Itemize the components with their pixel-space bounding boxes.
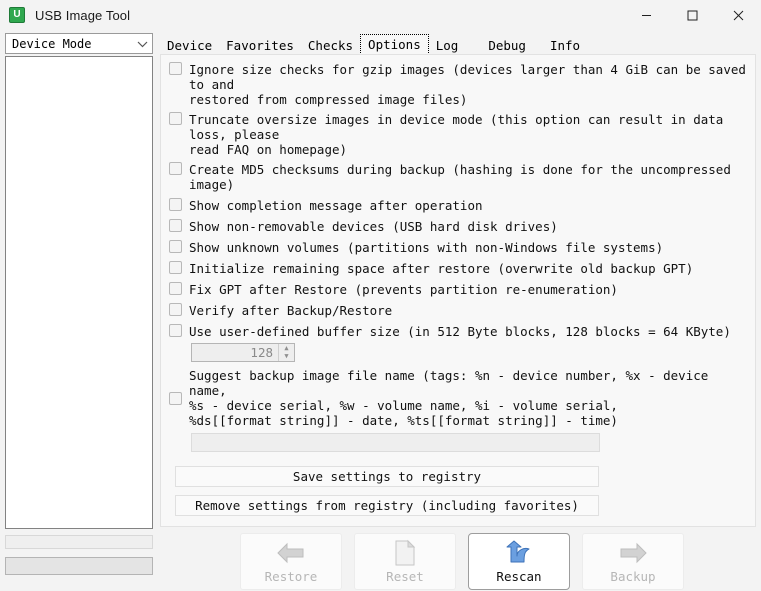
rescan-label: Rescan <box>496 569 542 584</box>
checkbox-ignore-size-checks[interactable] <box>169 62 182 75</box>
option-row[interactable]: Use user-defined buffer size (in 512 Byt… <box>169 324 749 339</box>
progress-bar <box>5 535 153 549</box>
chevron-down-icon <box>136 38 148 50</box>
checkbox-truncate-oversize[interactable] <box>169 112 182 125</box>
minimize-icon <box>641 14 651 16</box>
buffer-size-value: 128 <box>250 345 273 360</box>
option-label: Use user-defined buffer size (in 512 Byt… <box>189 324 731 339</box>
tab-checks[interactable]: Checks <box>300 35 361 55</box>
checkbox-show-non-removable[interactable] <box>169 219 182 232</box>
device-mode-select[interactable]: Device Mode <box>5 33 153 54</box>
option-row[interactable]: Verify after Backup/Restore <box>169 303 749 318</box>
close-icon <box>733 10 743 20</box>
remove-settings-button[interactable]: Remove settings from registry (including… <box>175 495 599 516</box>
status-bar <box>5 557 153 575</box>
option-row[interactable]: Show completion message after operation <box>169 198 749 213</box>
option-label: Verify after Backup/Restore <box>189 303 393 318</box>
checkbox-suggest-backup-filename[interactable] <box>169 391 182 405</box>
device-mode-value: Device Mode <box>12 36 92 51</box>
option-row[interactable]: Suggest backup image file name (tags: %n… <box>169 368 749 428</box>
tab-favorites[interactable]: Favorites <box>219 35 301 55</box>
arrow-left-icon <box>276 539 306 567</box>
option-row[interactable]: Fix GPT after Restore (prevents partitio… <box>169 282 749 297</box>
maximize-button[interactable] <box>669 0 715 30</box>
option-label: Truncate oversize images in device mode … <box>189 112 724 157</box>
checkbox-show-completion-message[interactable] <box>169 198 182 211</box>
option-row[interactable]: Show unknown volumes (partitions with no… <box>169 240 749 255</box>
backup-label: Backup <box>610 569 656 584</box>
option-label: Suggest backup image file name (tags: %n… <box>189 368 709 428</box>
option-label: Show completion message after operation <box>189 198 483 213</box>
window-title: USB Image Tool <box>35 7 131 23</box>
tab-log[interactable]: Log <box>428 35 466 55</box>
document-icon <box>393 539 417 567</box>
arrow-right-icon <box>618 539 648 567</box>
tab-strip: Device Favorites Checks Options Log Debu… <box>160 33 588 55</box>
tab-debug[interactable]: Debug <box>481 35 533 55</box>
tab-device[interactable]: Device <box>160 35 220 55</box>
minimize-button[interactable] <box>623 0 669 30</box>
option-label: Initialize remaining space after restore… <box>189 261 694 276</box>
stepper-buttons[interactable]: ▲ ▼ <box>278 344 294 361</box>
option-label: Create MD5 checksums during backup (hash… <box>189 162 731 192</box>
options-list: Ignore size checks for gzip images (devi… <box>169 62 749 516</box>
title-bar: U USB Image Tool <box>0 0 761 30</box>
tab-panel-options: Ignore size checks for gzip images (devi… <box>160 54 756 527</box>
checkbox-fix-gpt-after-restore[interactable] <box>169 282 182 295</box>
maximize-icon <box>687 10 697 20</box>
backup-button[interactable]: Backup <box>582 533 684 590</box>
save-settings-button[interactable]: Save settings to registry <box>175 466 599 487</box>
checkbox-user-defined-buffer-size[interactable] <box>169 324 182 337</box>
tab-info[interactable]: Info <box>542 35 588 55</box>
spinner-down-icon[interactable]: ▼ <box>279 353 294 362</box>
option-row[interactable]: Ignore size checks for gzip images (devi… <box>169 62 749 107</box>
filename-pattern-input[interactable] <box>191 433 600 452</box>
buffer-size-stepper[interactable]: 128 ▲ ▼ <box>191 343 295 362</box>
rescan-button[interactable]: Rescan <box>468 533 570 590</box>
tab-control: Device Favorites Checks Options Log Debu… <box>160 33 756 527</box>
usb-app-icon: U <box>9 7 25 23</box>
restore-label: Restore <box>264 569 318 584</box>
bottom-toolbar: Restore Reset Rescan Backup <box>240 533 690 591</box>
checkbox-create-md5[interactable] <box>169 162 182 175</box>
option-row[interactable]: Create MD5 checksums during backup (hash… <box>169 162 749 192</box>
close-button[interactable] <box>715 0 761 30</box>
reset-button[interactable]: Reset <box>354 533 456 590</box>
option-row[interactable]: Initialize remaining space after restore… <box>169 261 749 276</box>
device-list[interactable] <box>5 56 153 529</box>
checkbox-verify-after-backup-restore[interactable] <box>169 303 182 316</box>
option-label: Show non-removable devices (USB hard dis… <box>189 219 558 234</box>
tab-options[interactable]: Options <box>360 34 429 55</box>
option-label: Ignore size checks for gzip images (devi… <box>189 62 746 107</box>
option-row[interactable]: Truncate oversize images in device mode … <box>169 112 749 157</box>
reset-label: Reset <box>386 569 424 584</box>
restore-button[interactable]: Restore <box>240 533 342 590</box>
spinner-up-icon[interactable]: ▲ <box>279 344 294 353</box>
checkbox-initialize-remaining-space[interactable] <box>169 261 182 274</box>
option-row[interactable]: Show non-removable devices (USB hard dis… <box>169 219 749 234</box>
refresh-arrow-icon <box>505 539 533 567</box>
checkbox-show-unknown-volumes[interactable] <box>169 240 182 253</box>
option-label: Fix GPT after Restore (prevents partitio… <box>189 282 618 297</box>
option-label: Show unknown volumes (partitions with no… <box>189 240 664 255</box>
